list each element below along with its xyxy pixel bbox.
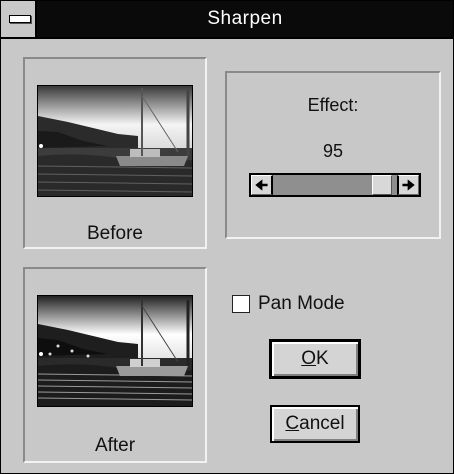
effect-slider-thumb[interactable] xyxy=(371,175,392,195)
cancel-label-rest: ancel xyxy=(299,413,345,434)
effect-label: Effect: xyxy=(307,95,359,115)
system-menu-icon xyxy=(9,15,31,23)
system-menu-button[interactable] xyxy=(1,1,37,37)
after-caption: After xyxy=(94,435,136,456)
before-caption: Before xyxy=(87,223,143,244)
before-preview-panel: Before xyxy=(23,57,207,249)
cancel-mnemonic: C xyxy=(285,413,300,434)
sharpen-dialog: Sharpen Before After Effect: 95 🠈 🠊 Pan … xyxy=(0,0,454,474)
title-bar: Sharpen xyxy=(1,1,453,39)
harbor-photo-after xyxy=(38,296,192,406)
effect-panel: Effect: 95 🠈 🠊 xyxy=(225,71,441,239)
pan-mode-checkbox[interactable] xyxy=(232,295,250,313)
ok-mnemonic: O xyxy=(301,348,317,369)
window-title: Sharpen xyxy=(207,8,283,29)
scroll-right-button[interactable]: 🠊 xyxy=(397,175,419,195)
right-arrow-icon: 🠊 xyxy=(401,177,415,193)
pan-mode-label[interactable]: Pan Mode xyxy=(258,293,345,315)
after-preview-panel: After xyxy=(23,267,207,463)
ok-button[interactable]: OK xyxy=(269,339,361,379)
cancel-button[interactable]: Cancel xyxy=(270,405,360,443)
after-preview-image xyxy=(37,295,193,407)
scroll-left-button[interactable]: 🠈 xyxy=(251,175,273,195)
ok-label-rest: K xyxy=(316,348,329,369)
effect-value: 95 xyxy=(322,141,344,161)
left-arrow-icon: 🠈 xyxy=(254,177,268,193)
harbor-photo-before xyxy=(38,86,192,196)
effect-scrollbar[interactable]: 🠈 🠊 xyxy=(249,173,421,197)
before-preview-image xyxy=(37,85,193,197)
